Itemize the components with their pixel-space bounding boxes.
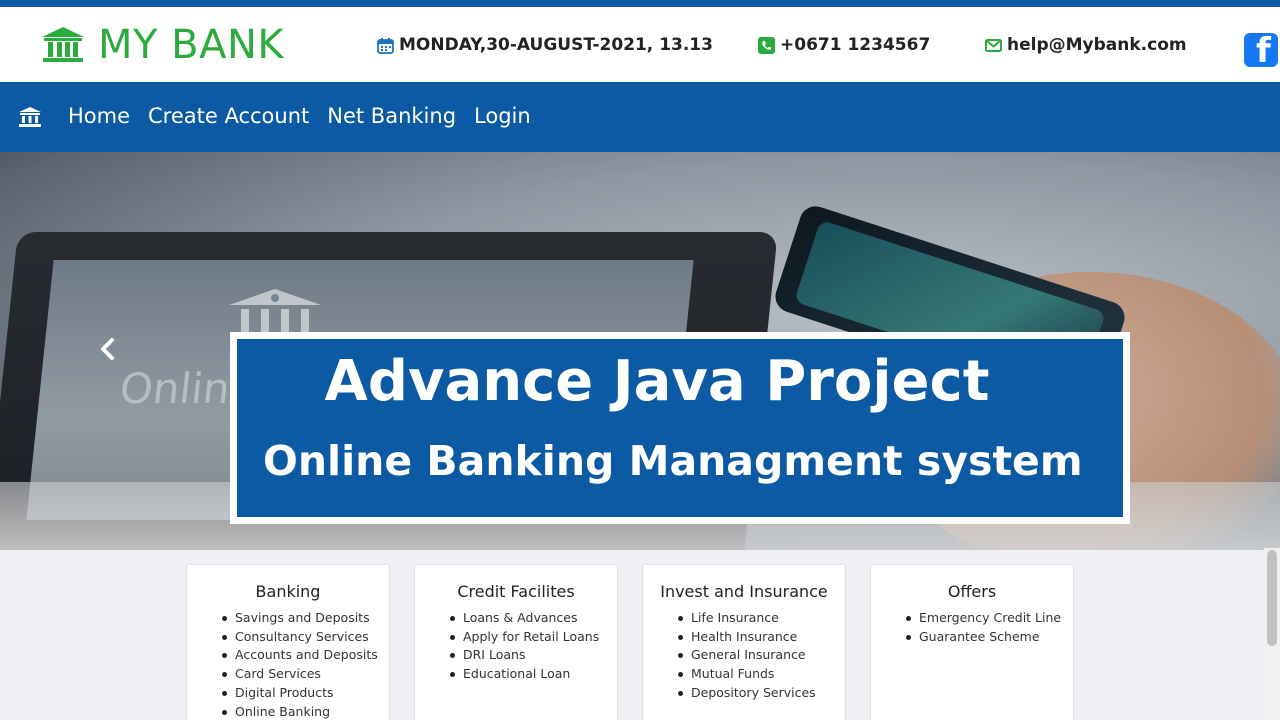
nav-login[interactable]: Login	[474, 104, 531, 128]
site-header: MY BANK MONDAY,30-AUGUST-2021, 13.13 +06…	[0, 7, 1280, 82]
envelope-icon	[985, 38, 1002, 52]
date-text: MONDAY,30-AUGUST-2021, 13.13	[399, 35, 713, 55]
bank-building-icon	[42, 27, 84, 62]
list-item[interactable]: Life Insurance	[678, 609, 845, 628]
list-item[interactable]: Savings and Deposits	[222, 609, 389, 628]
nav-home[interactable]: Home	[68, 104, 130, 128]
list-item[interactable]: Emergency Credit Line	[906, 609, 1073, 628]
list-item[interactable]: Mutual Funds	[678, 665, 845, 684]
card-title: Banking	[255, 582, 321, 601]
chevron-left-icon[interactable]	[96, 334, 118, 364]
header-phone[interactable]: +0671 1234567	[758, 35, 930, 55]
facebook-icon[interactable]: f	[1244, 33, 1278, 67]
hero-banner: Advance Java Project Online Banking Mana…	[230, 332, 1130, 524]
nav-net-banking[interactable]: Net Banking	[327, 104, 456, 128]
card-list: Life Insurance Health Insurance General …	[678, 609, 845, 703]
card-banking: Banking Savings and Deposits Consultancy…	[186, 564, 390, 720]
header-email[interactable]: help@Mybank.com	[985, 35, 1187, 55]
card-offers: Offers Emergency Credit Line Guarantee S…	[870, 564, 1074, 720]
list-item[interactable]: Digital Products	[222, 684, 389, 703]
list-item[interactable]: Card Services	[222, 665, 389, 684]
card-invest-insurance: Invest and Insurance Life Insurance Heal…	[642, 564, 846, 720]
services-section: Banking Savings and Deposits Consultancy…	[0, 550, 1280, 720]
header-date: MONDAY,30-AUGUST-2021, 13.13	[377, 35, 713, 55]
list-item[interactable]: Educational Loan	[450, 665, 617, 684]
nav-create-account[interactable]: Create Account	[148, 104, 309, 128]
site-logo[interactable]: MY BANK	[40, 22, 284, 68]
list-item[interactable]: Depository Services	[678, 684, 845, 703]
logo-text: MY BANK	[98, 22, 285, 68]
top-accent-stripe	[0, 0, 1280, 7]
list-item[interactable]: Apply for Retail Loans	[450, 628, 617, 647]
card-title: Offers	[947, 582, 997, 601]
card-title: Credit Facilites	[457, 582, 575, 601]
card-title: Invest and Insurance	[660, 582, 828, 601]
card-credit-facilities: Credit Facilites Loans & Advances Apply …	[414, 564, 618, 720]
list-item[interactable]: Guarantee Scheme	[906, 628, 1073, 647]
main-navbar: Home Create Account Net Banking Login	[0, 82, 1280, 152]
list-item[interactable]: Loans & Advances	[450, 609, 617, 628]
list-item[interactable]: General Insurance	[678, 646, 845, 665]
card-list: Savings and Deposits Consultancy Service…	[222, 609, 389, 720]
card-list: Loans & Advances Apply for Retail Loans …	[450, 609, 617, 684]
scrollbar-thumb[interactable]	[1267, 550, 1277, 646]
list-item[interactable]: Online Banking	[222, 703, 389, 720]
list-item[interactable]: DRI Loans	[450, 646, 617, 665]
list-item[interactable]: Health Insurance	[678, 628, 845, 647]
list-item[interactable]: Accounts and Deposits	[222, 646, 389, 665]
phone-icon	[758, 36, 775, 54]
list-item[interactable]: Consultancy Services	[222, 628, 389, 647]
calendar-icon	[377, 37, 394, 54]
banner-title: Advance Java Project	[324, 349, 990, 414]
phone-text: +0671 1234567	[780, 35, 931, 55]
page-scrollbar[interactable]	[1264, 548, 1280, 720]
email-text: help@Mybank.com	[1007, 35, 1187, 55]
bank-building-icon[interactable]	[18, 106, 42, 128]
banner-subtitle: Online Banking Managment system	[263, 437, 1083, 485]
nav-links: Home Create Account Net Banking Login	[68, 104, 549, 128]
card-list: Emergency Credit Line Guarantee Scheme	[906, 609, 1073, 647]
